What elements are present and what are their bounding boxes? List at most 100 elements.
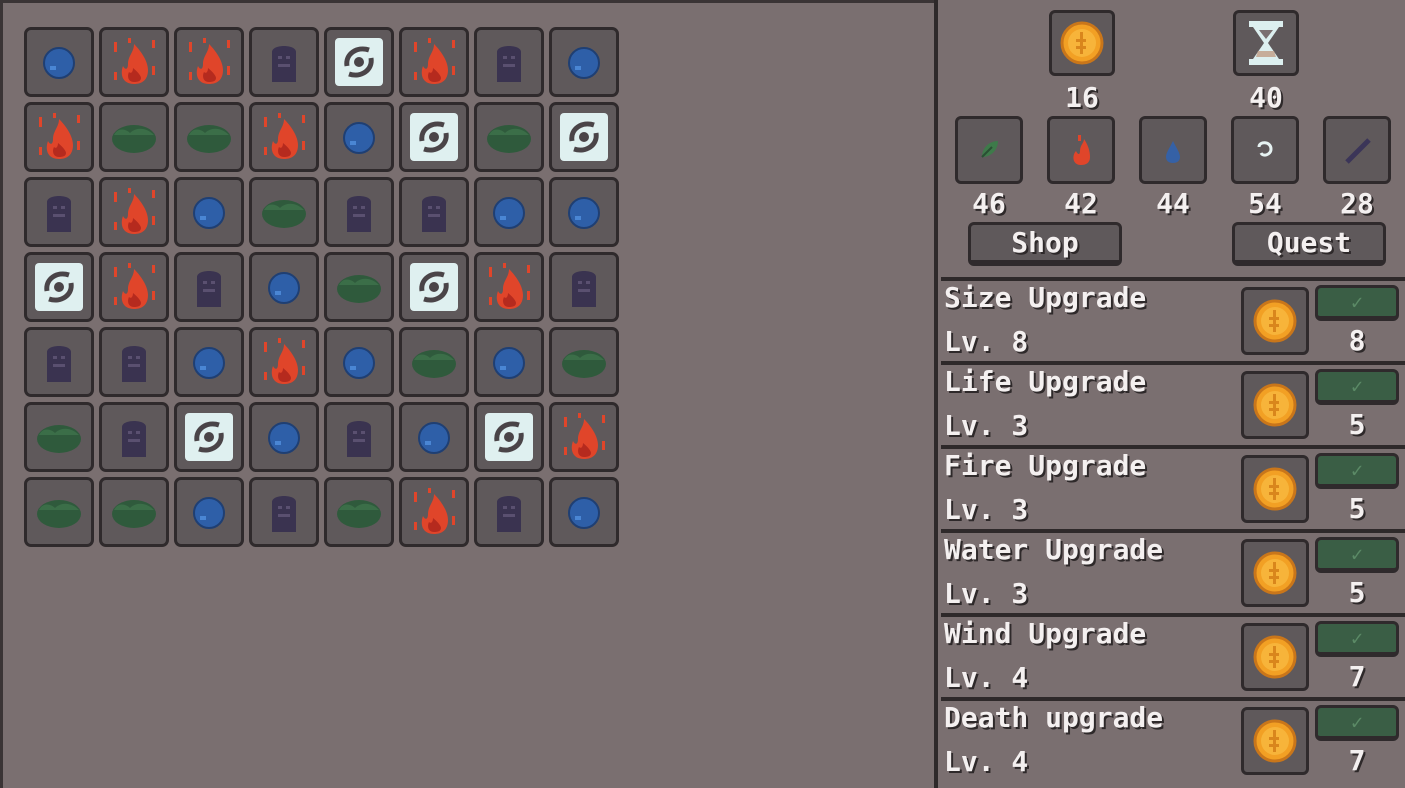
tile-fire[interactable] [174,27,244,97]
tile-water[interactable] [174,327,244,397]
upgrade-level: Lv. 8 [944,325,1029,358]
tile-fire[interactable] [399,27,469,97]
droplet-icon [493,347,525,379]
tile-wind[interactable] [399,252,469,322]
tile-fire[interactable] [399,477,469,547]
bone-icon [347,421,371,457]
upgrade-buy-button[interactable]: ✓ [1315,453,1399,489]
tile-water[interactable] [174,177,244,247]
tile-fire[interactable] [474,252,544,322]
flame-icon [414,488,455,534]
tile-water[interactable] [24,27,94,97]
tile-death[interactable] [249,27,319,97]
upgrade-row: Wind Upgrade Lv. 4 ✓ 7 [941,613,1405,697]
bone-icon [422,196,446,232]
tile-water[interactable] [324,102,394,172]
tile-death[interactable] [99,402,169,472]
upgrade-name: Size Upgrade [944,281,1147,314]
tile-wind[interactable] [174,402,244,472]
upgrade-buy-button[interactable]: ✓ [1315,537,1399,573]
tile-life[interactable] [399,327,469,397]
time-count: 40 [1249,81,1283,114]
tile-wind[interactable] [549,102,619,172]
upgrade-cost-icon-box [1241,623,1309,691]
upgrade-cost-icon-box [1241,287,1309,355]
flame-icon [114,38,155,84]
game-board-area [0,0,934,788]
tile-water[interactable] [174,477,244,547]
upgrade-cost: 7 [1348,744,1366,777]
shop-button[interactable]: Shop [968,222,1122,266]
tile-death[interactable] [24,177,94,247]
tile-water[interactable] [249,252,319,322]
tile-death[interactable] [474,477,544,547]
upgrade-cost-icon-box [1241,707,1309,775]
upgrade-buy-button[interactable]: ✓ [1315,705,1399,741]
upgrade-row: Life Upgrade Lv. 3 ✓ 5 [941,361,1405,445]
tile-death[interactable] [99,327,169,397]
upgrade-level: Lv. 4 [944,745,1029,778]
tile-death[interactable] [324,402,394,472]
tile-life[interactable] [249,177,319,247]
tile-death[interactable] [474,27,544,97]
upgrade-buy-button[interactable]: ✓ [1315,621,1399,657]
quest-button[interactable]: Quest [1232,222,1386,266]
upgrade-buy-button[interactable]: ✓ [1315,285,1399,321]
leaf-icon [487,125,531,153]
tile-water[interactable] [549,177,619,247]
tile-death[interactable] [324,177,394,247]
droplet-icon [493,197,525,229]
tile-life[interactable] [24,477,94,547]
bone-icon [272,496,296,532]
flame-icon [114,188,155,234]
tile-water[interactable] [324,327,394,397]
tile-life[interactable] [174,102,244,172]
life-count: 46 [972,187,1006,220]
bone-icon [572,271,596,307]
tile-water[interactable] [474,177,544,247]
droplet-icon [1166,141,1180,163]
tile-death[interactable] [399,177,469,247]
tile-life[interactable] [324,477,394,547]
upgrade-row: Fire Upgrade Lv. 3 ✓ 5 [941,445,1405,529]
tile-death[interactable] [174,252,244,322]
tile-wind[interactable] [474,402,544,472]
coin-count: 16 [1065,81,1099,114]
droplet-icon [568,47,600,79]
tile-fire[interactable] [249,102,319,172]
leaf-icon [187,125,231,153]
check-icon: ✓ [1350,290,1364,314]
tile-life[interactable] [24,402,94,472]
tile-life[interactable] [474,102,544,172]
tile-death[interactable] [249,477,319,547]
tile-fire[interactable] [24,102,94,172]
tile-life[interactable] [99,477,169,547]
tile-life[interactable] [324,252,394,322]
upgrade-cost-icon-box [1241,539,1309,607]
tile-water[interactable] [249,402,319,472]
tile-fire[interactable] [99,252,169,322]
tile-wind[interactable] [399,102,469,172]
tile-water[interactable] [474,327,544,397]
droplet-icon [418,422,450,454]
hourglass-icon [1249,21,1283,65]
tile-fire[interactable] [549,402,619,472]
upgrade-cost: 5 [1348,408,1366,441]
tile-life[interactable] [99,102,169,172]
tile-wind[interactable] [324,27,394,97]
tile-fire[interactable] [249,327,319,397]
tile-wind[interactable] [24,252,94,322]
time-counter-box [1233,10,1299,76]
tile-death[interactable] [549,252,619,322]
tile-death[interactable] [24,327,94,397]
tile-fire[interactable] [99,27,169,97]
upgrade-level: Lv. 4 [944,661,1029,694]
tile-life[interactable] [549,327,619,397]
tile-water[interactable] [549,477,619,547]
swirl-icon [410,263,458,311]
tile-water[interactable] [549,27,619,97]
death-count: 28 [1340,187,1374,220]
upgrade-buy-button[interactable]: ✓ [1315,369,1399,405]
tile-water[interactable] [399,402,469,472]
tile-fire[interactable] [99,177,169,247]
